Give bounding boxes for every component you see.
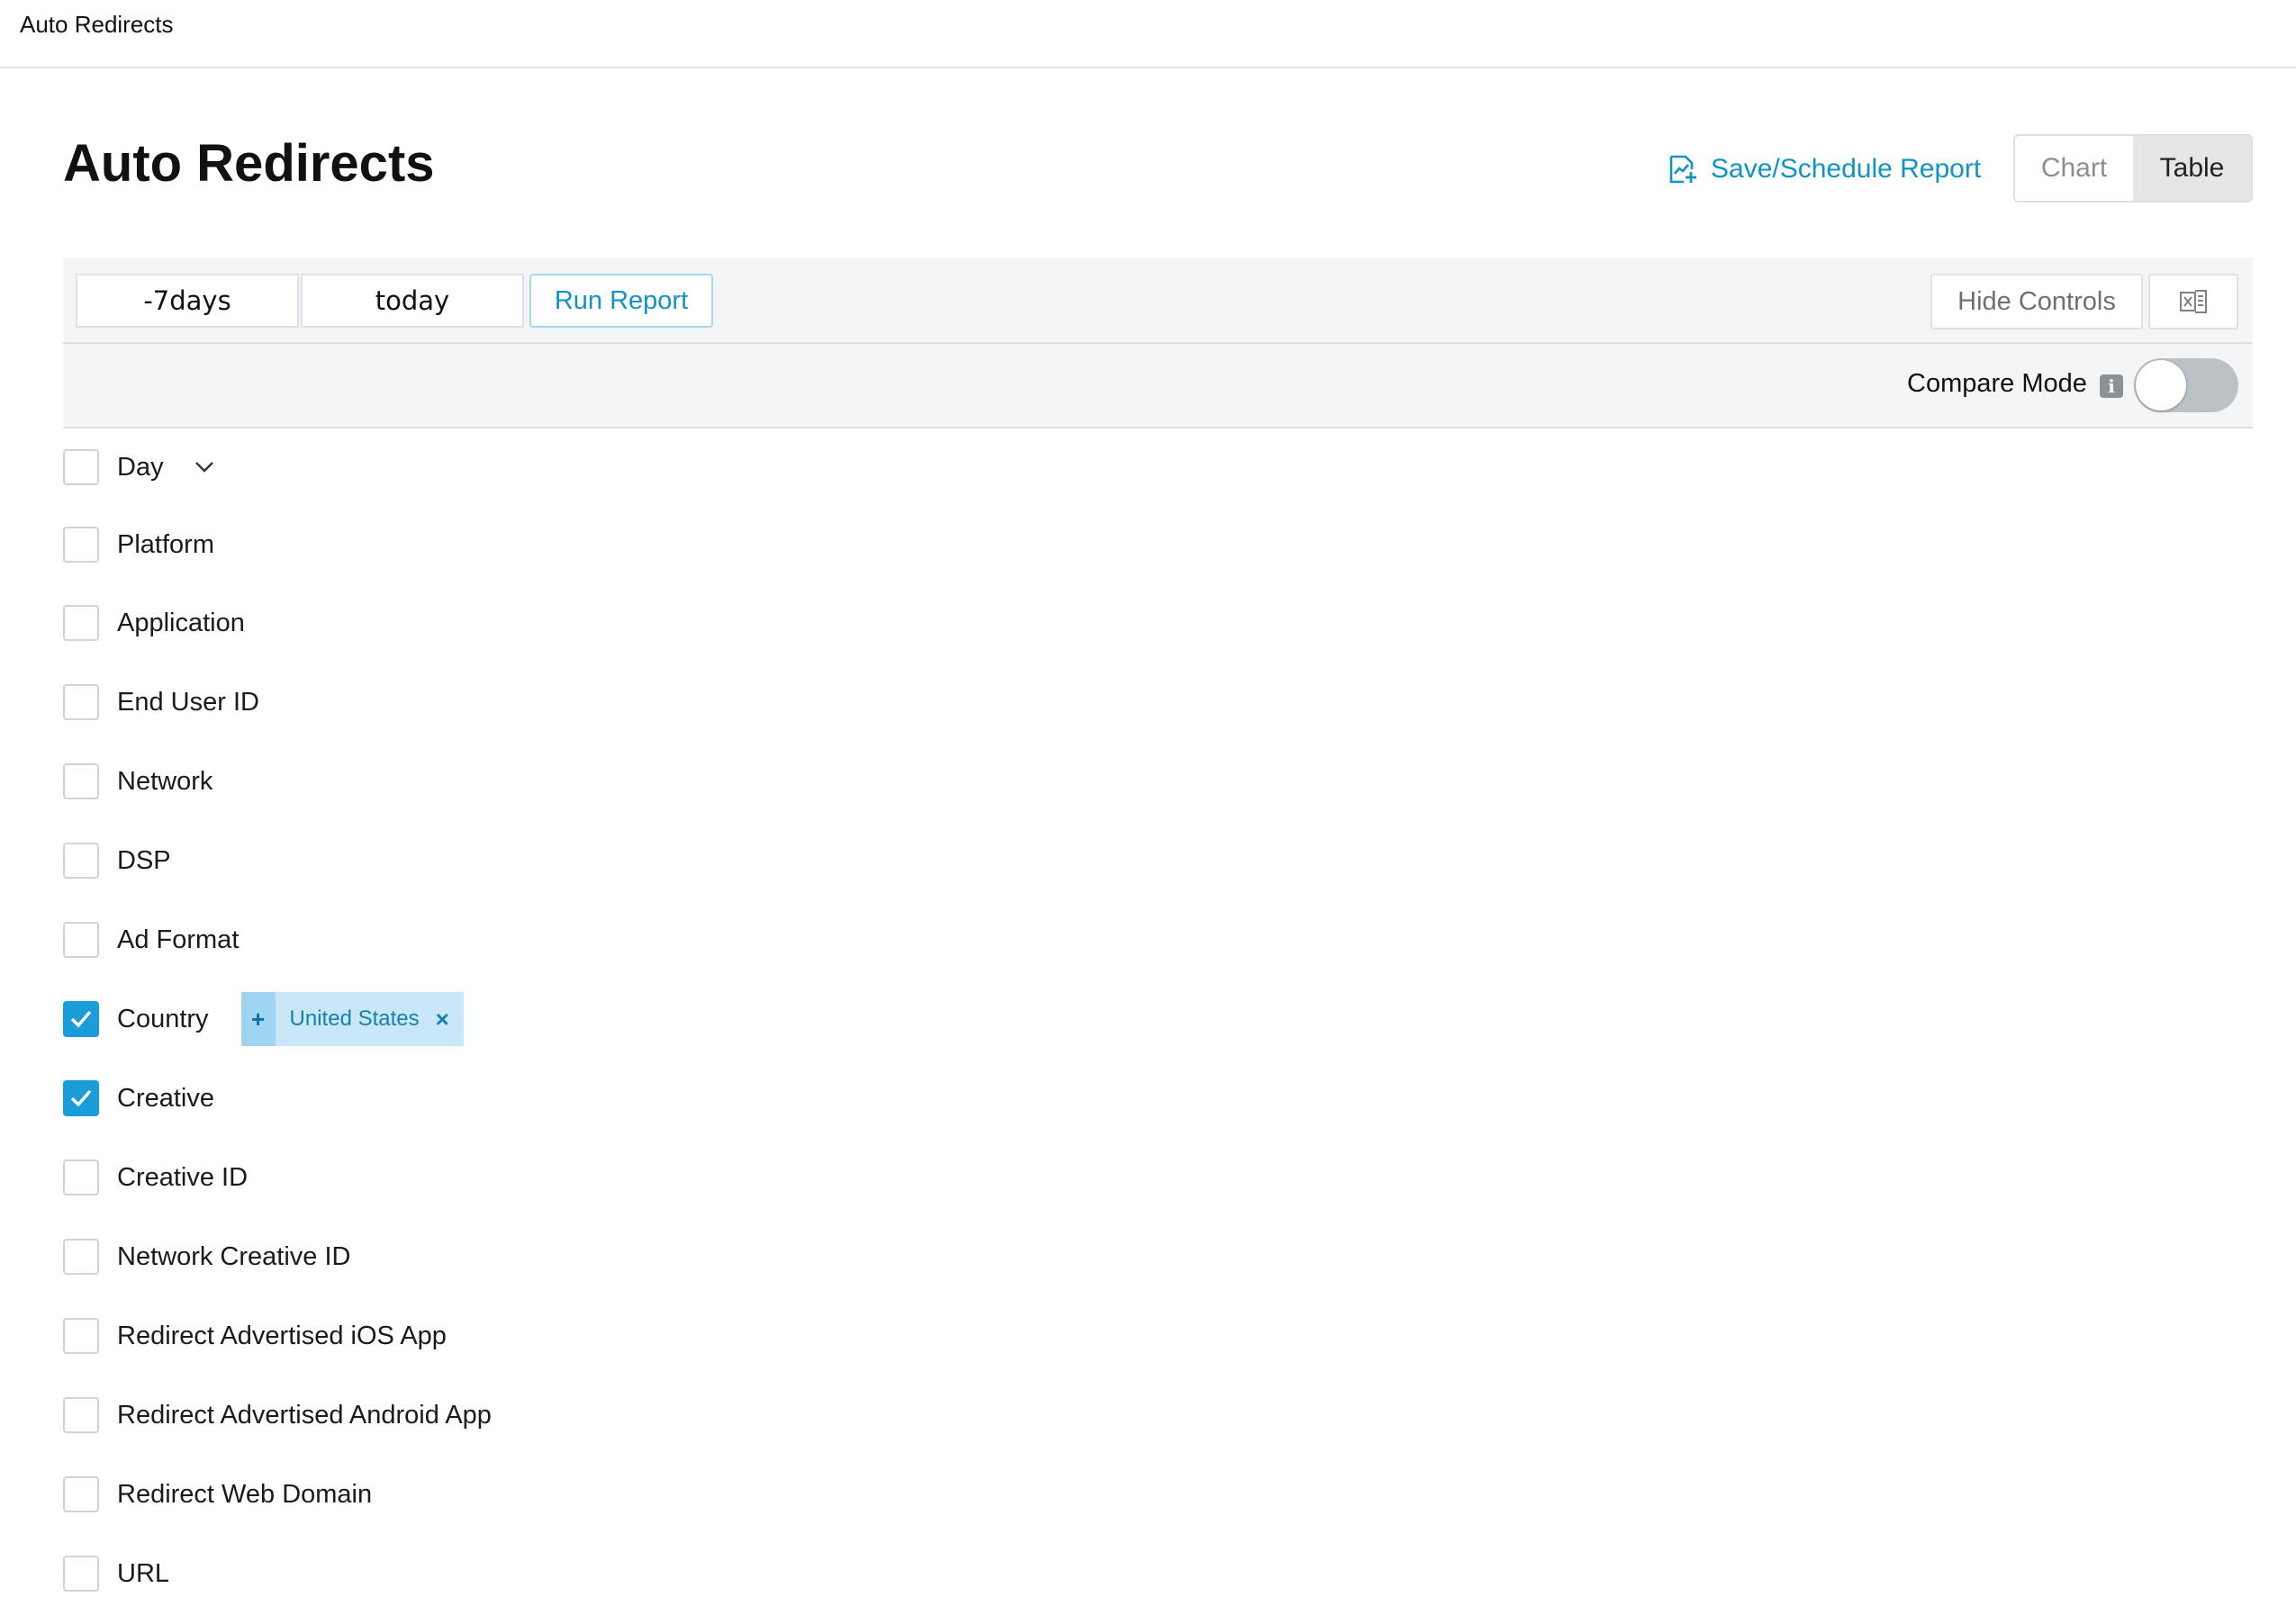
save-schedule-label: Save/Schedule Report	[1711, 154, 1982, 184]
controls-divider	[63, 342, 2253, 344]
dimension-row-creative: Creative	[63, 1078, 214, 1118]
check-icon	[70, 1010, 92, 1028]
country-filter-tag: + United States ×	[240, 992, 464, 1046]
toggle-knob	[2136, 360, 2186, 411]
end-user-id-checkbox[interactable]	[63, 684, 99, 720]
table-view-button[interactable]: Table	[2133, 136, 2251, 201]
excel-export-button[interactable]	[2148, 274, 2238, 329]
hide-controls-button[interactable]: Hide Controls	[1930, 274, 2143, 329]
close-icon[interactable]: ×	[436, 992, 464, 1046]
dimension-row-ad-format: Ad Format	[63, 920, 239, 960]
dimension-label: End User ID	[117, 687, 259, 717]
save-schedule-report-button[interactable]: Save/Schedule Report	[1668, 149, 1981, 189]
report-controls: -7days today Run Report Hide Controls Co…	[63, 257, 2253, 429]
dimension-label: URL	[117, 1558, 170, 1588]
dimension-label: Ad Format	[117, 925, 240, 954]
dimension-row-end-user-id: End User ID	[63, 682, 259, 722]
dimension-row-network-creative-id: Network Creative ID	[63, 1237, 350, 1277]
start-date-input[interactable]: -7days	[76, 274, 299, 328]
dimension-label: Country	[117, 1004, 209, 1033]
creative-checkbox[interactable]	[63, 1080, 99, 1116]
dimension-row-url: URL	[63, 1554, 169, 1593]
creative-id-checkbox[interactable]	[63, 1159, 99, 1195]
dimension-row-creative-id: Creative ID	[63, 1158, 248, 1197]
chart-view-button[interactable]: Chart	[2015, 136, 2133, 201]
dimension-label: Network Creative ID	[117, 1241, 351, 1271]
chevron-down-icon[interactable]	[194, 461, 214, 474]
run-report-button[interactable]: Run Report	[529, 274, 713, 328]
dsp-checkbox[interactable]	[63, 843, 99, 879]
network-checkbox[interactable]	[63, 763, 99, 799]
dimension-row-application: Application	[63, 603, 245, 643]
dimension-label: Redirect Web Domain	[117, 1479, 373, 1509]
dimension-label: Platform	[117, 529, 214, 559]
filter-value: United States	[289, 1006, 420, 1031]
schedule-report-icon	[1669, 155, 1696, 184]
dimension-label: Creative ID	[117, 1162, 249, 1192]
country-checkbox[interactable]	[63, 1001, 99, 1037]
page-title: Auto Redirects	[63, 134, 435, 193]
check-icon	[70, 1089, 92, 1107]
window-title: Auto Redirects	[20, 11, 174, 38]
dimension-row-redirect-web-domain: Redirect Web Domain	[63, 1475, 372, 1514]
url-checkbox[interactable]	[63, 1556, 99, 1592]
redirect-web-domain-checkbox[interactable]	[63, 1476, 99, 1512]
controls-bottom-border	[63, 427, 2253, 429]
dimension-row-platform: Platform	[63, 525, 214, 564]
dimension-label: DSP	[117, 845, 171, 875]
dimension-row-redirect-ios-app: Redirect Advertised iOS App	[63, 1316, 447, 1356]
dimension-row-country: Country + United States ×	[63, 992, 464, 1046]
dimension-label: Application	[117, 608, 245, 637]
excel-export-icon	[2180, 290, 2207, 313]
platform-checkbox[interactable]	[63, 527, 99, 563]
view-toggle: Chart Table	[2013, 134, 2253, 203]
dimension-label: Network	[117, 766, 213, 796]
redirect-android-app-checkbox[interactable]	[63, 1397, 99, 1433]
day-checkbox[interactable]	[63, 449, 99, 485]
dimension-label: Day	[117, 452, 164, 482]
dimension-row-dsp: DSP	[63, 841, 171, 880]
end-date-input[interactable]: today	[301, 274, 524, 328]
network-creative-id-checkbox[interactable]	[63, 1239, 99, 1275]
top-bar: Auto Redirects	[0, 0, 2296, 68]
dimension-label: Redirect Advertised iOS App	[117, 1321, 447, 1350]
info-icon[interactable]: i	[2100, 374, 2123, 398]
compare-mode-toggle[interactable]	[2134, 358, 2238, 412]
plus-icon[interactable]: +	[240, 992, 276, 1046]
dimension-label: Creative	[117, 1083, 214, 1113]
dimension-row-network: Network	[63, 762, 212, 801]
dimension-label: Redirect Advertised Android App	[117, 1400, 492, 1430]
application-checkbox[interactable]	[63, 605, 99, 641]
redirect-ios-app-checkbox[interactable]	[63, 1318, 99, 1354]
ad-format-checkbox[interactable]	[63, 922, 99, 958]
dimension-row-redirect-android-app: Redirect Advertised Android App	[63, 1395, 492, 1435]
dimension-row-day: Day	[63, 447, 214, 487]
compare-mode-label: Compare Mode	[1907, 369, 2087, 398]
